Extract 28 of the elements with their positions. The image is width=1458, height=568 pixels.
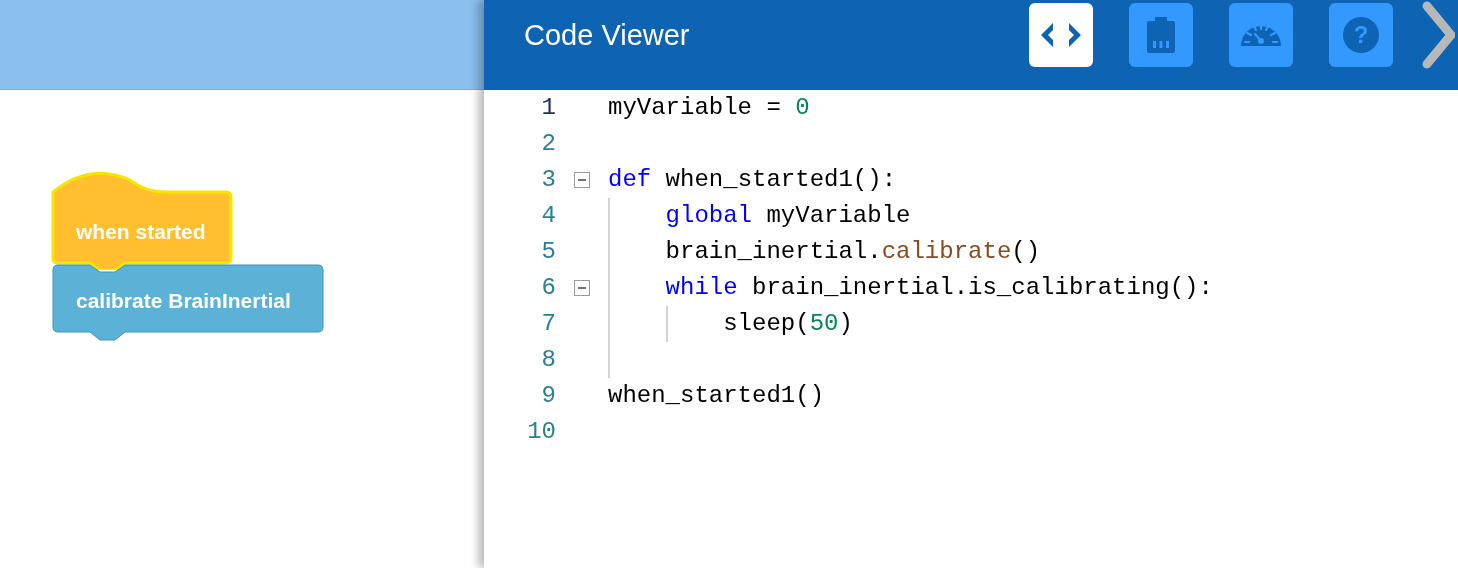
line-number: 2: [540, 129, 556, 159]
line-number: 6: [540, 273, 556, 303]
code-icon: [1041, 23, 1081, 47]
code-line: global myVariable: [664, 202, 911, 229]
event-block[interactable]: when started: [50, 170, 235, 270]
line-number: 9: [540, 381, 556, 411]
toolbar-tab[interactable]: [1029, 3, 1093, 67]
code-line: sleep(50): [722, 310, 853, 337]
code-line: myVariable = 0: [608, 94, 810, 121]
collapse-icon[interactable]: [574, 172, 590, 188]
code-line: def when_started1():: [608, 166, 897, 193]
chevron-right-icon[interactable]: [1421, 0, 1455, 70]
code-line: when_started1(): [608, 382, 825, 409]
help-icon: ?: [1343, 17, 1379, 53]
code-line: brain_inertial.calibrate(): [664, 238, 1041, 265]
code-line: while brain_inertial.is_calibrating():: [664, 274, 1213, 301]
ethernet-port-icon: [1147, 17, 1175, 53]
toolbar-tab[interactable]: ?: [1329, 3, 1393, 67]
gauge-icon: [1241, 24, 1281, 46]
line-number: 8: [540, 345, 556, 375]
line-number: 5: [540, 237, 556, 267]
line-number: 4: [540, 201, 556, 231]
line-number: 3: [540, 165, 556, 195]
line-number: 10: [526, 417, 556, 447]
line-number: 1: [540, 93, 556, 123]
panel-title: Code Viewer: [524, 18, 691, 54]
collapse-icon[interactable]: [574, 280, 590, 296]
line-number: 7: [540, 309, 556, 339]
